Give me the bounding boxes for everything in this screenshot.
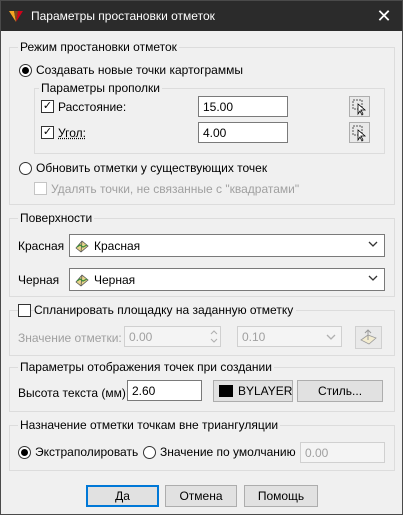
plan-value-text: 0.00 [129,330,153,344]
black-surface-value: Черная [94,273,136,287]
text-height-input[interactable]: 2.60 [127,380,202,401]
angle-label: Угол: [58,126,86,140]
default-value-radio[interactable] [143,446,156,459]
style-button[interactable]: Стиль... [297,380,383,402]
surface-icon [75,240,89,253]
default-value-input[interactable]: 0.00 [300,442,385,463]
color-button[interactable]: BYLAYER [213,380,293,402]
update-points-label: Обновить отметки у существующих точек [36,161,268,175]
pick-cursor-icon [352,125,367,142]
app-logo-icon [9,11,23,22]
text-height-label: Высота текста (мм): [18,386,130,400]
distance-pick-button[interactable] [349,96,370,117]
plan-value-label: Значение отметки: [18,331,122,345]
window-title: Параметры простановки отметок [31,9,215,23]
outside-group-label: Назначение отметки точкам вне триангуляц… [18,418,281,432]
default-value-label: Значение по умолчанию [160,445,296,459]
red-surface-value: Красная [94,239,141,253]
display-group-label: Параметры отображения точек при создании [18,360,274,374]
red-surface-select[interactable]: Красная [69,234,385,257]
extrapolate-radio[interactable] [18,446,31,459]
update-points-radio[interactable] [19,162,32,175]
black-surface-select[interactable]: Черная [69,268,385,291]
plan-step-select[interactable]: 0.10 [237,326,342,347]
create-points-label: Создавать новые точки картограммы [36,63,243,77]
help-button[interactable]: Помощь [244,485,318,507]
red-surface-label: Красная [18,239,65,253]
distance-label: Расстояние: [58,100,127,114]
plan-checkbox-label: Спланировать площадку на заданную отметк… [34,303,297,317]
delete-points-checkbox[interactable] [34,182,47,195]
spinner-arrows-icon[interactable] [210,328,218,345]
chevron-down-icon [326,334,336,340]
pick-cursor-icon [352,99,367,116]
create-points-radio[interactable] [19,64,32,77]
color-value: BYLAYER [238,384,293,398]
ok-button[interactable]: Да [86,485,159,507]
dialog-window: Параметры простановки отметок ✕ Режим пр… [0,0,403,515]
plan-value-input[interactable]: 0.00 [124,326,221,347]
mode-group-label: Режим простановки отметок [18,40,179,54]
plan-pick-button[interactable] [355,326,382,349]
close-button[interactable]: ✕ [366,1,402,31]
angle-pick-button[interactable] [349,122,370,143]
close-icon: ✕ [376,6,392,26]
distance-input[interactable]: 15.00 [198,96,288,117]
surfaces-group-label: Поверхности [18,211,95,225]
extrapolate-label: Экстраполировать [35,445,139,459]
plan-checkbox[interactable] [18,304,31,317]
delete-points-label: Удалять точки, не связанные с "квадратам… [51,182,300,196]
color-swatch [219,385,233,397]
title-bar: Параметры простановки отметок ✕ [1,1,402,31]
chevron-down-icon [368,241,378,247]
chevron-down-icon [368,275,378,281]
black-surface-label: Черная [18,273,60,287]
distance-checkbox[interactable]: ✓ [41,100,54,113]
params-group-label: Параметры прополки [39,81,163,95]
pick-surface-icon [360,329,377,345]
cancel-button[interactable]: Отмена [165,485,237,507]
surface-icon [75,274,89,287]
plan-step-value: 0.10 [242,330,266,344]
angle-checkbox[interactable]: ✓ [41,126,54,139]
angle-input[interactable]: 4.00 [198,122,288,143]
